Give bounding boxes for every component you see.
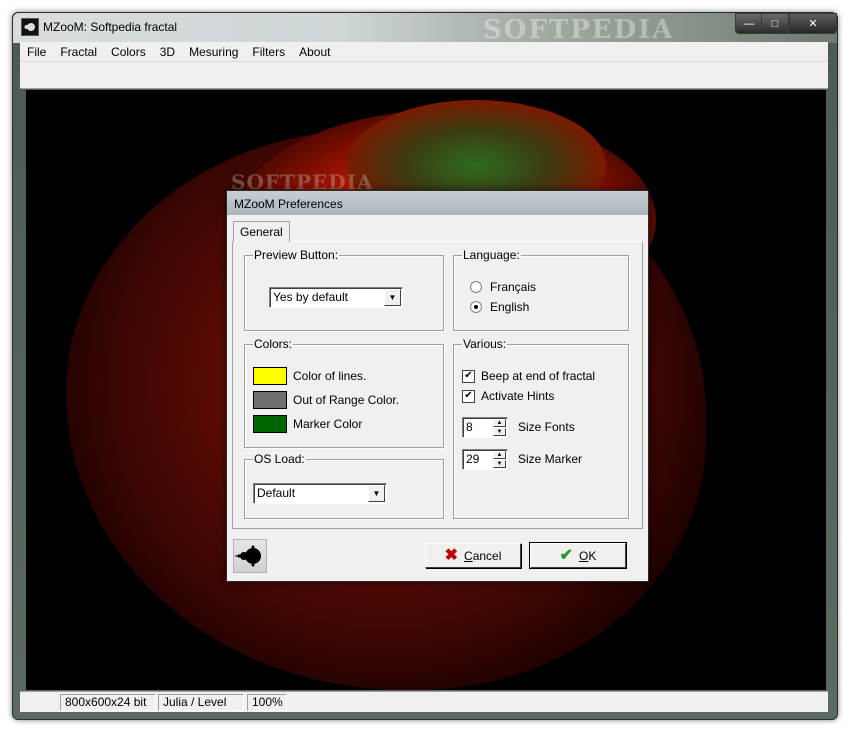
cancel-label-rest: ancel [472,548,502,563]
title-watermark: SOFTPEDIA [483,15,675,45]
size-marker-stepper[interactable]: 29 ▲ ▼ [462,449,508,470]
size-fonts-value[interactable]: 8 [466,420,473,434]
ok-mnemonic: O [579,548,589,563]
language-group-label: Language: [462,248,521,262]
osload-select[interactable]: Default ▼ [253,483,387,504]
arrow-up-icon[interactable]: ▲ [493,419,506,427]
menu-bar: File Fractal Colors 3D Mesuring Filters … [20,42,828,62]
color-marker-label: Marker Color [293,417,363,431]
chevron-down-icon[interactable]: ▼ [368,485,385,502]
mandelbrot-icon [233,539,267,573]
color-lines-label: Color of lines. [293,369,367,383]
beep-label: Beep at end of fractal [481,369,596,383]
color-lines-swatch[interactable] [253,367,287,385]
status-resolution: 800x600x24 bit [60,694,156,711]
size-fonts-label: Size Fonts [518,420,575,434]
size-marker-value[interactable]: 29 [466,452,479,466]
hints-label: Activate Hints [481,389,555,403]
colors-group-label: Colors: [253,337,294,351]
osload-group-label: OS Load: [253,452,306,466]
preferences-dialog: MZooM Preferences General Preview Button… [226,190,649,582]
preview-group: Preview Button: Yes by default ▼ [244,249,444,331]
ok-label-rest: K [588,548,597,563]
radio-francais[interactable] [470,281,482,293]
ok-label: OK [579,549,596,563]
fractal-icon[interactable] [21,18,39,36]
language-option-francais[interactable]: Français [470,280,536,294]
cancel-button[interactable]: ✖ Cancel [425,543,521,568]
minimize-button[interactable]: — [735,13,763,34]
menu-filters[interactable]: Filters [245,45,292,59]
cancel-label: Cancel [464,549,501,563]
menu-fractal[interactable]: Fractal [53,45,104,59]
color-out-of-range-swatch[interactable] [253,391,287,409]
dialog-title: MZooM Preferences [234,197,343,211]
preview-select[interactable]: Yes by default ▼ [269,287,403,308]
color-marker-swatch[interactable] [253,415,287,433]
check-icon: ✔ [559,546,574,564]
title-bar[interactable]: MZooM: Softpedia fractal SOFTPEDIA — □ ✕ [13,13,837,45]
osload-group: OS Load: Default ▼ [244,453,444,519]
color-out-of-range-label: Out of Range Color. [293,393,400,407]
hints-checkbox[interactable]: ✔ [462,389,475,403]
language-option-label: English [490,300,530,314]
arrow-down-icon[interactable]: ▼ [493,460,506,468]
language-option-english[interactable]: English [470,300,529,314]
window-title: MZooM: Softpedia fractal [43,20,178,34]
menu-mesuring[interactable]: Mesuring [182,45,245,59]
size-marker-label: Size Marker [518,452,583,466]
preview-select-value: Yes by default [273,290,348,304]
beep-checkbox[interactable]: ✔ [462,369,475,383]
various-group: Various: ✔ Beep at end of fractal ✔ Acti… [453,338,629,519]
tab-general[interactable]: General [233,221,290,242]
chevron-down-icon[interactable]: ▼ [384,289,401,306]
language-group: Language: Français English [453,249,629,331]
dialog-title-bar[interactable]: MZooM Preferences [227,191,648,215]
menu-colors[interactable]: Colors [104,45,153,59]
general-tab-sheet: Preview Button: Yes by default ▼ Languag… [232,241,643,529]
size-fonts-stepper[interactable]: 8 ▲ ▼ [462,417,508,438]
hints-option[interactable]: ✔ Activate Hints [462,389,554,403]
cancel-mnemonic: C [464,548,473,563]
status-zoom: 100% [247,694,287,711]
colors-group: Colors: Color of lines. Out of Range Col… [244,338,444,448]
close-button[interactable]: ✕ [789,13,837,34]
menu-about[interactable]: About [292,45,337,59]
x-icon: ✖ [444,546,459,564]
maximize-button[interactable]: □ [761,13,789,34]
preview-group-label: Preview Button: [253,248,340,262]
various-group-label: Various: [462,337,508,351]
ok-button[interactable]: ✔ OK [529,542,627,569]
arrow-up-icon[interactable]: ▲ [493,451,506,459]
arrow-down-icon[interactable]: ▼ [493,428,506,436]
toolbar [20,62,828,89]
beep-option[interactable]: ✔ Beep at end of fractal [462,369,595,383]
osload-select-value: Default [257,486,296,500]
language-option-label: Français [490,280,537,294]
menu-file[interactable]: File [20,45,53,59]
radio-english[interactable] [470,301,482,313]
status-bar: 800x600x24 bit Julia / Level 100% [20,691,828,712]
status-mode: Julia / Level [158,694,244,711]
menu-3d[interactable]: 3D [153,45,182,59]
